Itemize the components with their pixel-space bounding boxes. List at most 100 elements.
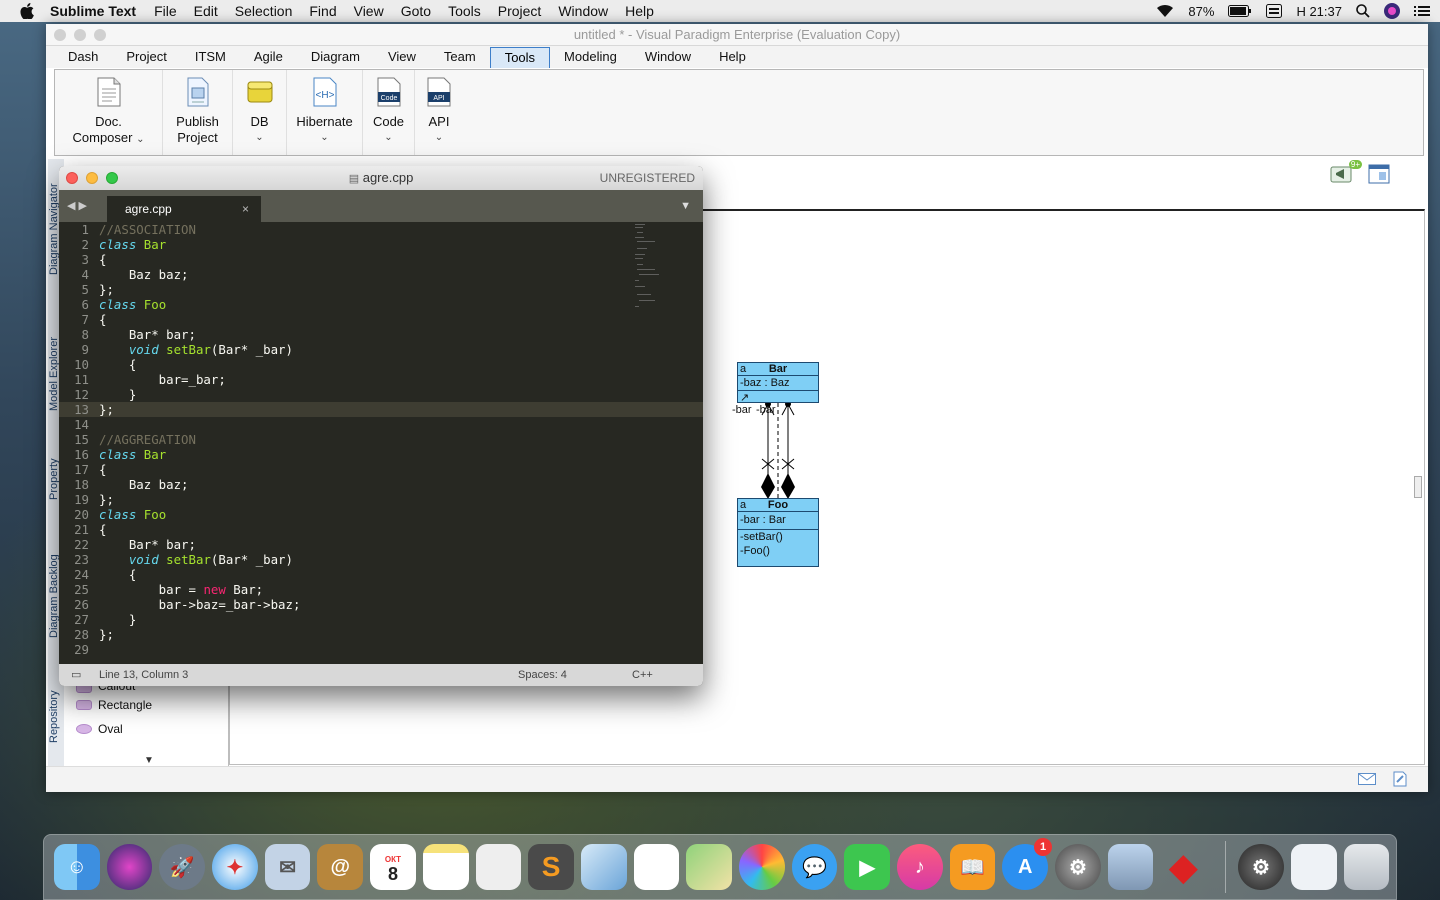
input-source-icon[interactable] bbox=[1266, 4, 1283, 18]
menubar-clock[interactable]: Н 21:37 bbox=[1296, 4, 1342, 19]
siri-icon[interactable] bbox=[1384, 3, 1400, 19]
messages-icon[interactable]: 💬 bbox=[791, 844, 838, 890]
code-line[interactable]: 5}; bbox=[59, 282, 703, 297]
tab-itsm[interactable]: ITSM bbox=[181, 47, 240, 68]
vp-zoom-button[interactable] bbox=[94, 29, 106, 41]
code-line[interactable]: 27 } bbox=[59, 612, 703, 627]
photos-icon[interactable] bbox=[738, 844, 785, 890]
uml-class-bar[interactable]: a Bar -baz : Baz ↗ bbox=[737, 362, 819, 404]
notification-button[interactable]: 9+ bbox=[1330, 160, 1362, 187]
menu-edit[interactable]: Edit bbox=[194, 3, 218, 19]
tab-diagram[interactable]: Diagram bbox=[297, 47, 374, 68]
code-line[interactable]: 16 class Bar bbox=[59, 447, 703, 462]
code-line[interactable]: 12 } bbox=[59, 387, 703, 402]
itunes-icon[interactable]: ♪ bbox=[897, 844, 943, 890]
mail-app-icon[interactable]: ✉ bbox=[264, 844, 311, 890]
system-preferences-icon[interactable]: ⚙ bbox=[1055, 844, 1101, 890]
code-line[interactable]: 26 bar->baz=_bar->baz; bbox=[59, 597, 703, 612]
reminders-icon[interactable] bbox=[633, 844, 680, 890]
code-line[interactable]: 25 bar = new Bar; bbox=[59, 582, 703, 597]
code-line[interactable]: 2 class Bar bbox=[59, 237, 703, 252]
menu-find[interactable]: Find bbox=[309, 3, 336, 19]
safari-icon[interactable]: ✦ bbox=[212, 844, 258, 890]
tab-tools[interactable]: Tools bbox=[489, 47, 551, 68]
virtualbox-icon[interactable] bbox=[580, 844, 627, 890]
wifi-icon[interactable] bbox=[1156, 4, 1174, 18]
side-tab-repository[interactable]: Repository bbox=[48, 679, 64, 754]
tab-modeling[interactable]: Modeling bbox=[550, 47, 631, 68]
zoom-button[interactable] bbox=[106, 172, 118, 184]
console-toggle-icon[interactable]: ▭ bbox=[71, 664, 81, 686]
editor-tab-agre-cpp[interactable]: agre.cpp × bbox=[107, 196, 261, 222]
code-line[interactable]: 18 Baz baz; bbox=[59, 477, 703, 492]
menu-file[interactable]: File bbox=[154, 3, 177, 19]
menu-selection[interactable]: Selection bbox=[235, 3, 293, 19]
code-editor[interactable]: 1//ASSOCIATION 2 class Bar 3{4 Baz baz; 5}; 6… bbox=[59, 222, 703, 664]
menu-tools[interactable]: Tools bbox=[448, 3, 481, 19]
code-line[interactable]: 20 class Foo bbox=[59, 507, 703, 522]
code-line[interactable]: 4 Baz baz; bbox=[59, 267, 703, 282]
downloads-stack-icon[interactable] bbox=[1290, 844, 1337, 890]
ibooks-icon[interactable]: 📖 bbox=[949, 844, 996, 890]
code-line[interactable]: 1 //ASSOCIATION bbox=[59, 222, 703, 237]
doc-composer-button[interactable]: Doc. Composer ⌄ bbox=[55, 70, 163, 155]
siri-dock-icon[interactable] bbox=[106, 844, 153, 890]
maps-icon[interactable] bbox=[686, 844, 732, 890]
shape-item-rectangle[interactable]: Rectangle bbox=[66, 693, 228, 717]
edit-document-icon[interactable] bbox=[1392, 771, 1408, 790]
close-tab-icon[interactable]: × bbox=[242, 196, 249, 222]
calendar-icon[interactable]: ОКТ 8 bbox=[370, 844, 416, 890]
menu-help[interactable]: Help bbox=[625, 3, 654, 19]
sublime-text-dock-icon[interactable]: S bbox=[528, 844, 574, 890]
indentation-setting[interactable]: Spaces: 4 bbox=[518, 664, 567, 686]
automator-folder-icon[interactable]: ⚙ bbox=[1238, 844, 1284, 890]
launchpad-icon[interactable]: 🚀 bbox=[159, 844, 206, 890]
textedit-icon[interactable] bbox=[475, 844, 522, 890]
code-line[interactable]: 7{ bbox=[59, 312, 703, 327]
code-line[interactable]: 21 { bbox=[59, 522, 703, 537]
code-line[interactable]: 9 void setBar(Bar* _bar) bbox=[59, 342, 703, 357]
app-menu-sublime[interactable]: Sublime Text bbox=[50, 3, 136, 19]
scroll-down-icon[interactable]: ▼ bbox=[144, 755, 154, 766]
code-line[interactable]: 22 Bar* bar; bbox=[59, 537, 703, 552]
notes-icon[interactable] bbox=[422, 844, 469, 890]
trash-icon[interactable] bbox=[1343, 844, 1390, 890]
tab-nav-arrows-icon[interactable]: ◀ ▶ bbox=[67, 199, 87, 212]
code-line[interactable]: 10 { bbox=[59, 357, 703, 372]
vp-close-button[interactable] bbox=[54, 29, 66, 41]
code-line[interactable]: 3{ bbox=[59, 252, 703, 267]
tab-team[interactable]: Team bbox=[430, 47, 490, 68]
menu-goto[interactable]: Goto bbox=[401, 3, 431, 19]
contacts-icon[interactable]: @ bbox=[317, 844, 364, 890]
code-line[interactable]: 17 { bbox=[59, 462, 703, 477]
tab-project[interactable]: Project bbox=[112, 47, 180, 68]
spotlight-search-icon[interactable] bbox=[1356, 4, 1370, 18]
notification-center-icon[interactable] bbox=[1414, 5, 1430, 17]
code-line[interactable]: 29 bbox=[59, 642, 703, 657]
tab-view[interactable]: View bbox=[374, 47, 430, 68]
panel-layout-button[interactable] bbox=[1368, 164, 1390, 187]
tab-dash[interactable]: Dash bbox=[54, 47, 112, 68]
close-button[interactable] bbox=[66, 172, 78, 184]
tab-window[interactable]: Window bbox=[631, 47, 705, 68]
tab-agile[interactable]: Agile bbox=[240, 47, 297, 68]
code-line[interactable]: 15 //AGGREGATION bbox=[59, 432, 703, 447]
hibernate-button[interactable]: <H> Hibernate ⌄ bbox=[287, 70, 363, 155]
mail-icon[interactable] bbox=[1358, 773, 1376, 788]
preview-icon[interactable] bbox=[1107, 844, 1154, 890]
facetime-icon[interactable]: ▶ bbox=[844, 844, 890, 890]
menu-window[interactable]: Window bbox=[558, 3, 608, 19]
code-line[interactable]: 28}; bbox=[59, 627, 703, 642]
battery-icon[interactable] bbox=[1228, 5, 1252, 17]
code-line[interactable]: 24 { bbox=[59, 567, 703, 582]
minimize-button[interactable] bbox=[86, 172, 98, 184]
code-line[interactable]: 14 bbox=[59, 417, 703, 432]
syntax-setting[interactable]: C++ bbox=[632, 664, 653, 686]
code-line[interactable]: 6 class Foo bbox=[59, 297, 703, 312]
uml-class-foo[interactable]: a Foo -bar : Bar -setBar() -Foo() bbox=[737, 498, 819, 567]
vp-minimize-button[interactable] bbox=[74, 29, 86, 41]
code-line[interactable]: 19}; bbox=[59, 492, 703, 507]
minimap[interactable] bbox=[635, 224, 663, 314]
tab-help[interactable]: Help bbox=[705, 47, 760, 68]
publish-project-button[interactable]: Publish Project bbox=[163, 70, 233, 155]
